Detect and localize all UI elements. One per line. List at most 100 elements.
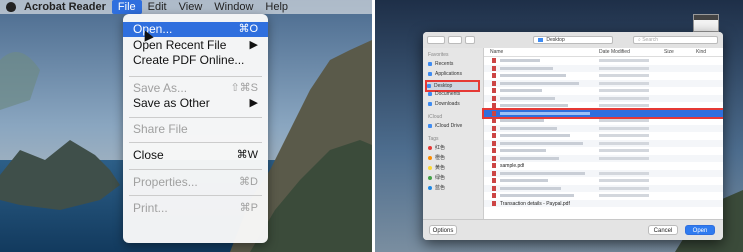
apple-logo-icon[interactable] <box>6 2 16 12</box>
pdf-file-icon <box>492 178 496 184</box>
options-button[interactable]: Options <box>429 225 457 235</box>
pdf-file-icon <box>492 170 496 176</box>
file-row[interactable] <box>484 79 723 87</box>
menu-bar: Acrobat Reader File Edit View Window Hel… <box>0 0 372 14</box>
sidebar-tag[interactable]: 黄色 <box>428 164 480 172</box>
pdf-file-icon <box>492 125 496 131</box>
search-icon: ⌕ <box>638 37 641 43</box>
pdf-file-icon <box>492 65 496 71</box>
sidebar-item[interactable]: iCloud Drive <box>428 122 480 130</box>
blurred-file-name <box>500 66 553 70</box>
pdf-file-icon <box>492 95 496 101</box>
sidebar-tag[interactable]: 橙色 <box>428 154 480 162</box>
sidebar-tag[interactable]: 蓝色 <box>428 184 480 192</box>
menu-item-save-as-other[interactable]: Save as Other ▶ <box>123 96 268 111</box>
file-name-cell: Transaction details - Paypal.pdf <box>500 200 570 207</box>
file-row[interactable] <box>484 117 723 124</box>
tag-color-dot-icon <box>428 145 432 150</box>
sidebar-item[interactable]: Documents <box>428 90 480 98</box>
pdf-file-icon <box>492 148 496 154</box>
sidebar-tag[interactable]: 红色 <box>428 144 480 152</box>
sidebar-tag[interactable]: 绿色 <box>428 174 480 182</box>
sidebar-item[interactable]: Downloads <box>428 100 480 108</box>
sidebar-item-icon <box>427 83 431 88</box>
sidebar-item-label: 红色 <box>435 145 446 151</box>
blurred-file-name <box>500 96 555 100</box>
blurred-file-date <box>599 171 649 175</box>
menu-file[interactable]: File <box>111 0 142 14</box>
file-row[interactable]: Transaction details - Paypal.pdf <box>484 199 723 207</box>
file-row[interactable] <box>484 87 723 94</box>
file-row[interactable]: sample.pdf <box>484 162 723 169</box>
sidebar-item-icon <box>428 71 432 76</box>
app-name-menu[interactable]: Acrobat Reader <box>18 0 112 14</box>
sidebar-item-label: 黄色 <box>435 165 446 171</box>
pdf-file-icon <box>492 110 496 116</box>
blurred-file-name <box>500 194 574 197</box>
sidebar-item-label: Documents <box>435 91 461 97</box>
file-row[interactable] <box>484 147 723 154</box>
menu-view[interactable]: View <box>173 0 209 14</box>
blurred-file-date <box>599 96 649 100</box>
desktop-file-thumbnail[interactable] <box>693 14 719 32</box>
file-row[interactable] <box>484 177 723 184</box>
pdf-file-icon <box>492 200 496 206</box>
sidebar-item[interactable]: Recents <box>428 60 480 68</box>
menu-separator <box>129 195 262 196</box>
location-dropdown[interactable]: Desktop <box>533 36 613 44</box>
cancel-button[interactable]: Cancel <box>648 225 678 235</box>
menu-item-create-pdf[interactable]: Create PDF Online... <box>123 53 268 68</box>
left-screenshot-panel: Acrobat Reader File Edit View Window Hel… <box>0 0 372 252</box>
menu-item-close[interactable]: Close ⌘W <box>123 148 268 163</box>
sidebar-item-icon <box>428 101 432 106</box>
blurred-file-name <box>500 186 561 190</box>
file-row[interactable] <box>482 107 723 119</box>
file-row[interactable] <box>484 184 723 192</box>
sidebar-item-label: Favorites <box>428 52 449 58</box>
menu-help[interactable]: Help <box>259 0 294 14</box>
view-mode-icon[interactable] <box>448 36 462 44</box>
file-row[interactable] <box>484 169 723 177</box>
file-row[interactable] <box>484 192 723 199</box>
file-row[interactable] <box>484 154 723 162</box>
column-name[interactable]: Name <box>490 48 503 56</box>
blurred-file-name <box>500 74 566 77</box>
menu-item-properties[interactable]: Properties... ⌘D <box>123 175 268 190</box>
blurred-file-name <box>500 81 579 85</box>
blurred-file-date <box>599 126 649 130</box>
file-row[interactable] <box>484 94 723 102</box>
pdf-file-icon <box>492 140 496 146</box>
file-row[interactable] <box>484 132 723 139</box>
sidebar-item[interactable]: Applications <box>428 70 480 78</box>
group-icon[interactable] <box>465 36 475 44</box>
file-row[interactable] <box>484 124 723 132</box>
menu-item-share-file[interactable]: Share File <box>123 122 268 137</box>
menu-edit[interactable]: Edit <box>142 0 173 14</box>
menu-item-print[interactable]: Print... ⌘P <box>123 201 268 216</box>
file-row[interactable] <box>484 72 723 79</box>
tag-color-dot-icon <box>428 185 432 190</box>
sidebar-item-label: iCloud <box>428 114 443 120</box>
file-row[interactable] <box>484 139 723 147</box>
sidebar-item-label: iCloud Drive <box>435 123 463 129</box>
sidebar-section-header: iCloud <box>428 113 480 121</box>
menu-window[interactable]: Window <box>208 0 259 14</box>
back-forward-buttons[interactable] <box>427 36 445 44</box>
blurred-file-name <box>500 59 540 62</box>
file-row[interactable] <box>484 64 723 72</box>
blurred-file-date <box>599 119 649 122</box>
column-date-modified[interactable]: Date Modified <box>599 48 630 56</box>
pdf-file-icon <box>492 103 496 109</box>
blurred-file-name <box>500 119 544 122</box>
open-button[interactable]: Open <box>685 225 715 235</box>
file-row[interactable] <box>484 57 723 64</box>
menu-separator <box>129 142 262 143</box>
blurred-file-date <box>599 141 649 145</box>
file-row[interactable] <box>484 102 723 109</box>
column-kind[interactable]: Kind <box>696 48 706 56</box>
sidebar-item-label: Desktop <box>434 83 453 89</box>
blurred-file-date <box>599 179 649 182</box>
menu-item-save-as[interactable]: Save As... ⇧⌘S <box>123 81 268 96</box>
search-input[interactable]: ⌕ Search <box>633 36 718 44</box>
column-size[interactable]: Size <box>664 48 674 56</box>
